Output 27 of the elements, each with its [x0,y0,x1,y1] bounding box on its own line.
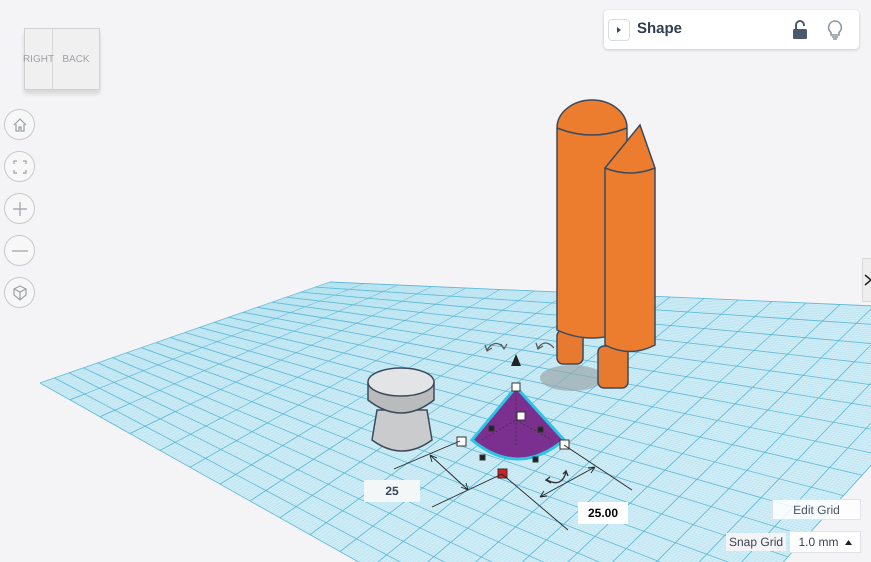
edit-grid-button[interactable]: Edit Grid [772,499,861,520]
lightbulb-icon[interactable] [827,20,843,40]
cube-icon [10,284,28,302]
chevron-icon [864,273,871,287]
view-control-button[interactable] [4,235,35,266]
view-control-button[interactable] [4,193,35,224]
caret-icon [844,540,852,544]
lock-icon[interactable] [792,20,808,40]
side-panel-tab[interactable] [862,258,871,302]
view-control-button[interactable] [4,151,35,182]
rotate-arrow-icon [544,470,569,484]
height-handle-icon [511,354,521,366]
dimension-input-field[interactable]: 25.00 [578,502,628,524]
fit-view-icon [10,158,28,176]
dimension-input-field[interactable]: 25 [364,480,420,502]
cube-face-label: RIGHT [25,29,53,89]
snap-grid-dropdown[interactable]: 1.0 mm [789,531,861,553]
panel-title: Shape [637,19,682,40]
rotate-arrow-icon [484,342,508,352]
rotate-arrow-icon [535,342,554,350]
cube-face-label: BACK [61,52,91,66]
expand-toggle-button[interactable] [608,18,630,40]
caret-icon [615,26,623,34]
snap-grid-label: Snap Grid [726,533,786,551]
view-control-button[interactable] [4,277,35,308]
zoom-in-icon [10,200,28,218]
view-control-button[interactable] [4,109,35,140]
